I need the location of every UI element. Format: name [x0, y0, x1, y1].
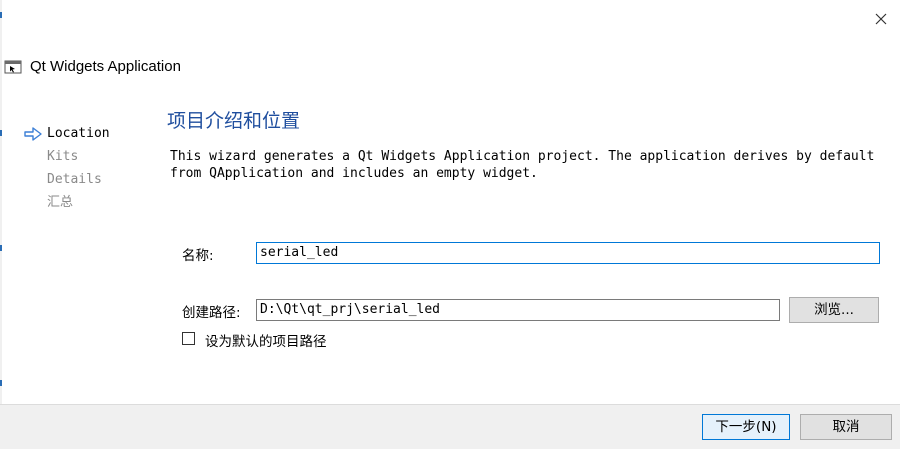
path-label: 创建路径:	[182, 305, 241, 321]
default-path-checkbox[interactable]	[182, 332, 195, 345]
default-path-label: 设为默认的项目路径	[205, 334, 327, 350]
page-description: This wizard generates a Qt Widgets Appli…	[170, 149, 875, 181]
name-label: 名称:	[182, 248, 214, 264]
step-label: Location	[47, 126, 110, 141]
close-icon	[875, 13, 887, 25]
qt-app-icon	[4, 59, 22, 75]
name-input[interactable]: serial_led	[256, 242, 880, 264]
browse-button[interactable]: 浏览...	[789, 297, 879, 323]
step-label: Kits	[47, 149, 79, 164]
next-button[interactable]: 下一步(N)	[702, 414, 790, 440]
step-label: Details	[47, 172, 102, 187]
cancel-button[interactable]: 取消	[800, 414, 892, 440]
right-arrow-icon	[24, 127, 42, 141]
window-title: Qt Widgets Application	[30, 58, 181, 75]
page-title: 项目介绍和位置	[167, 110, 301, 132]
step-label: 汇总	[47, 195, 74, 210]
path-input[interactable]: D:\Qt\qt_prj\serial_led	[256, 299, 780, 321]
wizard-footer: 下一步(N) 取消	[0, 404, 900, 449]
window-left-edge	[0, 0, 2, 448]
close-button[interactable]	[868, 6, 894, 32]
